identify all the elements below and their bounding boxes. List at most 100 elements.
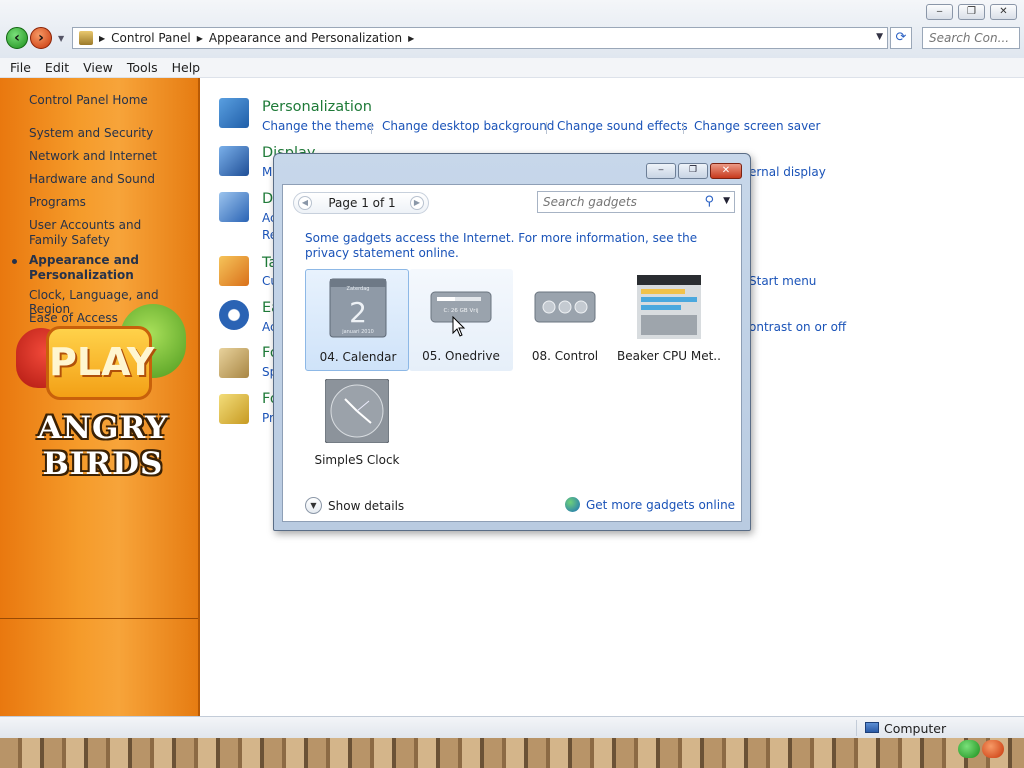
- menu-tools[interactable]: Tools: [120, 60, 165, 75]
- previous-page-button[interactable]: ◀: [298, 196, 312, 210]
- gadget-name: SimpleS Clock: [314, 453, 400, 467]
- show-details-label: Show details: [328, 498, 405, 513]
- forward-button[interactable]: ›: [30, 27, 52, 49]
- gadget-simples-clock[interactable]: SimpleS Clock: [305, 373, 409, 475]
- breadcrumb-appearance[interactable]: Appearance and Personalization: [203, 31, 408, 45]
- taskbar-icon[interactable]: [219, 256, 249, 286]
- high-contrast-link[interactable]: ontrast on or off: [749, 320, 846, 334]
- menu-help[interactable]: Help: [165, 60, 208, 75]
- title-bar: ‒ ❐ ✕ ‹ › ▼ ▶ Control Panel ▶ Appearance…: [0, 0, 1024, 60]
- show-details-toggle[interactable]: ▼ Show details: [305, 497, 404, 514]
- control-gadget-icon: [534, 291, 596, 323]
- gadget-name: 08. Control: [531, 349, 599, 363]
- recent-pages-dropdown[interactable]: ▼: [58, 34, 64, 43]
- nav-programs[interactable]: Programs: [29, 195, 86, 209]
- menu-view[interactable]: View: [76, 60, 120, 75]
- menu-file[interactable]: File: [0, 60, 38, 75]
- close-button[interactable]: ✕: [990, 4, 1017, 20]
- status-text: Computer: [884, 721, 947, 736]
- display-link[interactable]: M: [262, 165, 272, 179]
- svg-text:Zaterdag: Zaterdag: [347, 286, 370, 292]
- change-sound-link[interactable]: Change sound effects: [557, 119, 688, 133]
- forward-arrow-icon: ›: [38, 30, 44, 46]
- svg-text:2: 2: [349, 296, 367, 329]
- menu-bar: File Edit View Tools Help: [0, 58, 1024, 78]
- status-bar: Computer: [0, 716, 1024, 738]
- refresh-icon: ⟳: [895, 30, 907, 45]
- get-more-gadgets-label: Get more gadgets online: [586, 497, 736, 512]
- display-icon[interactable]: [219, 146, 249, 176]
- search-input[interactable]: [923, 28, 1019, 48]
- nav-appearance-current: Appearance and Personalization: [29, 253, 139, 282]
- desktop-gadgets-title[interactable]: D: [262, 191, 273, 207]
- nav-network-internet[interactable]: Network and Internet: [29, 149, 157, 163]
- desktop-gadgets-icon[interactable]: [219, 192, 249, 222]
- gadget-beaker-cpu-meter[interactable]: Beaker CPU Met...: [617, 269, 721, 371]
- nav-hardware-sound[interactable]: Hardware and Sound: [29, 172, 155, 186]
- left-nav-pane: Control Panel Home System and Security N…: [0, 78, 200, 716]
- dialog-close-button[interactable]: ✕: [710, 163, 742, 179]
- control-panel-icon: [79, 31, 93, 45]
- search-box[interactable]: [922, 27, 1020, 49]
- desktop-wallpaper: [0, 738, 1024, 768]
- dialog-minimize-button[interactable]: ‒: [646, 163, 676, 179]
- clock-gadget-icon: [325, 379, 389, 443]
- maximize-button[interactable]: ❐: [958, 4, 985, 20]
- svg-text:C: 26 GB Vrij: C: 26 GB Vrij: [443, 308, 479, 314]
- angry-birds-logo: ANGRY BIRDS: [37, 410, 169, 482]
- link-divider: [371, 122, 372, 134]
- current-item-bullet: [12, 259, 17, 264]
- get-more-gadgets-link[interactable]: Get more gadgets online: [565, 497, 735, 512]
- back-button[interactable]: ‹: [6, 27, 28, 49]
- breadcrumb-separator-icon[interactable]: ▶: [408, 34, 414, 43]
- page-indicator: Page 1 of 1: [328, 196, 396, 210]
- gadget-gallery-body: ◀ Page 1 of 1 ▶ ⚲ ▼ Some gadgets access …: [282, 184, 742, 522]
- gadget-gallery-dialog: ‒ ❐ ✕ ◀ Page 1 of 1 ▶ ⚲ ▼ Some gadgets a…: [273, 153, 751, 531]
- dialog-maximize-button[interactable]: ❐: [678, 163, 708, 179]
- globe-icon: [565, 497, 580, 512]
- gadget-calendar[interactable]: Zaterdag 2 januari 2010 04. Calendar: [305, 269, 409, 371]
- svg-text:januari 2010: januari 2010: [341, 329, 374, 335]
- folder-options-icon[interactable]: [219, 348, 249, 378]
- change-background-link[interactable]: Change desktop background: [382, 119, 554, 133]
- link-divider: [683, 122, 684, 134]
- nav-system-security[interactable]: System and Security: [29, 126, 153, 140]
- address-bar[interactable]: ▶ Control Panel ▶ Appearance and Persona…: [72, 27, 888, 49]
- address-dropdown-icon[interactable]: ▼: [876, 32, 883, 42]
- menu-edit[interactable]: Edit: [38, 60, 76, 75]
- cpu-meter-gadget-icon: [637, 275, 701, 339]
- change-screensaver-link[interactable]: Change screen saver: [694, 119, 821, 133]
- external-display-link[interactable]: ernal display: [749, 165, 826, 179]
- gadget-control[interactable]: 08. Control: [513, 269, 617, 371]
- link-divider: [546, 122, 547, 134]
- search-icon[interactable]: ⚲: [704, 194, 714, 209]
- personalization-icon[interactable]: [219, 98, 249, 128]
- ease-of-access-icon[interactable]: [219, 300, 249, 330]
- mouse-cursor-icon: [452, 316, 466, 337]
- nav-control-panel-home[interactable]: Control Panel Home: [29, 93, 148, 107]
- gadget-name: 04. Calendar: [319, 350, 397, 364]
- personalization-title[interactable]: Personalization: [262, 99, 372, 115]
- change-theme-link[interactable]: Change the theme: [262, 119, 374, 133]
- start-menu-link[interactable]: Start menu: [749, 274, 816, 288]
- gadget-name: Beaker CPU Met...: [617, 349, 721, 363]
- tray-back-icon[interactable]: [958, 740, 980, 758]
- minimize-button[interactable]: ‒: [926, 4, 953, 20]
- chevron-down-icon: ▼: [305, 497, 322, 514]
- nav-ease-of-access[interactable]: Ease of Access: [29, 311, 118, 325]
- breadcrumb-control-panel[interactable]: Control Panel: [105, 31, 197, 45]
- nav-user-accounts[interactable]: User Accounts and Family Safety: [29, 218, 179, 248]
- calendar-gadget-icon: Zaterdag 2 januari 2010: [329, 278, 387, 338]
- back-arrow-icon: ‹: [14, 30, 20, 46]
- search-dropdown-icon[interactable]: ▼: [723, 196, 730, 206]
- computer-icon: [865, 722, 879, 733]
- fonts-icon[interactable]: [219, 394, 249, 424]
- gadget-search-box[interactable]: ⚲ ▼: [537, 191, 735, 213]
- gadget-search-input[interactable]: [538, 192, 688, 212]
- privacy-info-link[interactable]: Some gadgets access the Internet. For mo…: [305, 231, 725, 261]
- refresh-button[interactable]: ⟳: [890, 27, 912, 49]
- pane-divider: [0, 618, 198, 619]
- pager: ◀ Page 1 of 1 ▶: [293, 192, 429, 214]
- next-page-button[interactable]: ▶: [410, 196, 424, 210]
- tray-forward-icon[interactable]: [982, 740, 1004, 758]
